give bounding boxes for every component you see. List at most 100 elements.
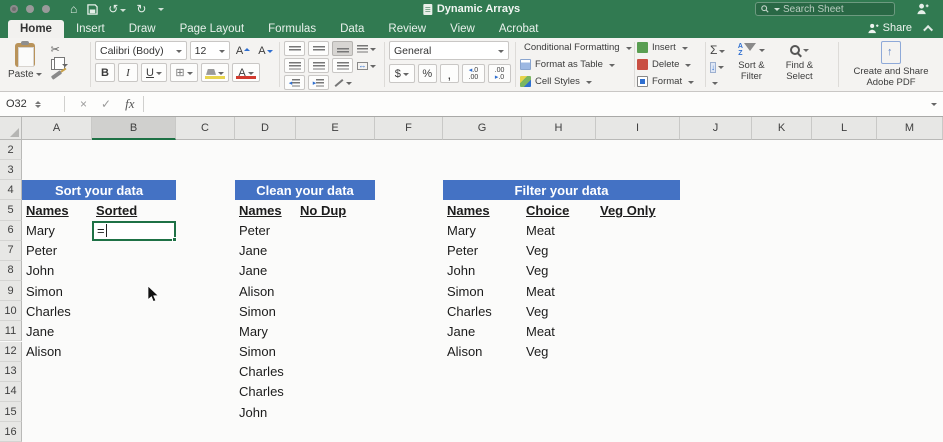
- redo-icon[interactable]: ↻: [136, 3, 146, 15]
- insert-cells-button[interactable]: Insert: [637, 42, 703, 53]
- column-header-L[interactable]: L: [812, 117, 877, 140]
- cell-D13[interactable]: Charles: [235, 362, 296, 382]
- align-center-button[interactable]: [308, 58, 329, 73]
- tab-draw[interactable]: Draw: [117, 20, 168, 38]
- merge-center-button[interactable]: ↔: [356, 58, 377, 73]
- fill-handle[interactable]: [172, 237, 177, 242]
- cell-D11[interactable]: Mary: [235, 321, 296, 341]
- row-header-2[interactable]: 2: [0, 140, 22, 160]
- cell-G10[interactable]: Charles: [443, 301, 522, 321]
- underline-caret[interactable]: [156, 72, 162, 78]
- conditional-formatting-button[interactable]: Conditional Formatting: [520, 42, 630, 53]
- customize-toolbar-caret[interactable]: [158, 8, 164, 14]
- align-left-button[interactable]: [284, 58, 305, 73]
- share-button[interactable]: Share: [867, 22, 912, 34]
- bold-button[interactable]: B: [95, 63, 115, 82]
- number-format-select[interactable]: General: [389, 41, 509, 60]
- cell-D10[interactable]: Simon: [235, 301, 296, 321]
- undo-button[interactable]: ↺: [108, 2, 126, 16]
- search-input[interactable]: Search Sheet: [755, 2, 895, 16]
- font-color-caret[interactable]: [248, 72, 254, 78]
- align-bottom-button[interactable]: [332, 41, 353, 56]
- borders-caret[interactable]: [187, 72, 193, 78]
- column-header-G[interactable]: G: [443, 117, 522, 140]
- cell-G7[interactable]: Peter: [443, 241, 522, 261]
- column-header-M[interactable]: M: [877, 117, 943, 140]
- tab-home[interactable]: Home: [8, 20, 64, 38]
- save-icon[interactable]: [87, 4, 98, 15]
- borders-button[interactable]: ⊞: [170, 63, 198, 82]
- cell-A11[interactable]: Jane: [22, 321, 92, 341]
- cell-G9[interactable]: Simon: [443, 281, 522, 301]
- home-icon[interactable]: ⌂: [70, 3, 77, 15]
- orientation-button[interactable]: [332, 75, 353, 90]
- collapse-ribbon-icon[interactable]: [923, 24, 933, 34]
- cell-D8[interactable]: Jane: [235, 261, 296, 281]
- cell-G5[interactable]: Names: [443, 200, 522, 220]
- row-header-8[interactable]: 8: [0, 261, 22, 281]
- cell-A12[interactable]: Alison: [22, 342, 92, 362]
- row-header-5[interactable]: 5: [0, 200, 22, 220]
- cell-D12[interactable]: Simon: [235, 342, 296, 362]
- format-painter-icon[interactable]: [50, 70, 61, 80]
- active-cell-B6[interactable]: =: [92, 221, 176, 241]
- percent-format-button[interactable]: %: [418, 64, 437, 83]
- cell-H12[interactable]: Veg: [522, 342, 596, 362]
- decrease-indent-button[interactable]: ◂: [284, 75, 305, 90]
- cell-A7[interactable]: Peter: [22, 241, 92, 261]
- wrap-text-button[interactable]: [356, 41, 377, 56]
- align-right-button[interactable]: [332, 58, 353, 73]
- undo-dropdown-caret[interactable]: [120, 9, 126, 15]
- wrap-text-caret[interactable]: [370, 48, 376, 54]
- cell-E5[interactable]: No Dup: [296, 200, 375, 220]
- italic-button[interactable]: I: [118, 63, 138, 82]
- cell-styles-button[interactable]: Cell Styles: [520, 76, 630, 87]
- expand-formula-bar-caret[interactable]: [931, 103, 937, 109]
- decrease-decimal-button[interactable]: .00▸.0: [488, 64, 511, 83]
- row-header-7[interactable]: 7: [0, 241, 22, 261]
- sort-filter-button[interactable]: AZ Sort &Filter: [729, 41, 773, 88]
- font-color-button[interactable]: A: [232, 63, 260, 82]
- column-header-I[interactable]: I: [596, 117, 680, 140]
- adobe-pdf-icon[interactable]: [881, 41, 901, 64]
- cell-G8[interactable]: John: [443, 261, 522, 281]
- row-header-9[interactable]: 9: [0, 281, 22, 301]
- tab-formulas[interactable]: Formulas: [256, 20, 328, 38]
- tab-view[interactable]: View: [438, 20, 487, 38]
- autosum-button[interactable]: Σ: [710, 43, 725, 57]
- column-header-H[interactable]: H: [522, 117, 596, 140]
- cell-D15[interactable]: John: [235, 402, 296, 422]
- formula-input[interactable]: [152, 92, 929, 116]
- column-header-F[interactable]: F: [375, 117, 443, 140]
- cell-A6[interactable]: Mary: [22, 221, 92, 241]
- column-header-E[interactable]: E: [296, 117, 375, 140]
- merge-caret[interactable]: [370, 65, 376, 71]
- cell-B5[interactable]: Sorted: [92, 200, 176, 220]
- decrease-font-size-button[interactable]: A: [256, 41, 275, 60]
- select-all-corner[interactable]: [0, 117, 22, 140]
- name-box-stepper[interactable]: [35, 98, 41, 111]
- row-header-11[interactable]: 11: [0, 321, 22, 341]
- increase-decimal-button[interactable]: ◂.0.00: [462, 64, 485, 83]
- insert-function-icon[interactable]: fx: [125, 96, 134, 112]
- cell-H5[interactable]: Choice: [522, 200, 596, 220]
- row-header-12[interactable]: 12: [0, 342, 22, 362]
- currency-caret[interactable]: [403, 73, 409, 79]
- tab-data[interactable]: Data: [328, 20, 376, 38]
- confirm-entry-icon[interactable]: ✓: [101, 97, 111, 111]
- zoom-window-button[interactable]: [42, 5, 50, 13]
- clear-button[interactable]: [710, 75, 725, 89]
- align-middle-button[interactable]: [308, 41, 329, 56]
- increase-font-size-button[interactable]: A: [233, 41, 252, 60]
- row-header-4[interactable]: 4: [0, 180, 22, 200]
- row-header-14[interactable]: 14: [0, 382, 22, 402]
- cell-H11[interactable]: Meat: [522, 321, 596, 341]
- cell-D5[interactable]: Names: [235, 200, 296, 220]
- row-header-6[interactable]: 6: [0, 221, 22, 241]
- format-cells-button[interactable]: Format: [637, 76, 703, 87]
- tab-acrobat[interactable]: Acrobat: [487, 20, 551, 38]
- cell-A5[interactable]: Names: [22, 200, 92, 220]
- column-header-A[interactable]: A: [22, 117, 92, 140]
- search-scope-caret[interactable]: [774, 8, 780, 14]
- orientation-caret[interactable]: [346, 82, 352, 88]
